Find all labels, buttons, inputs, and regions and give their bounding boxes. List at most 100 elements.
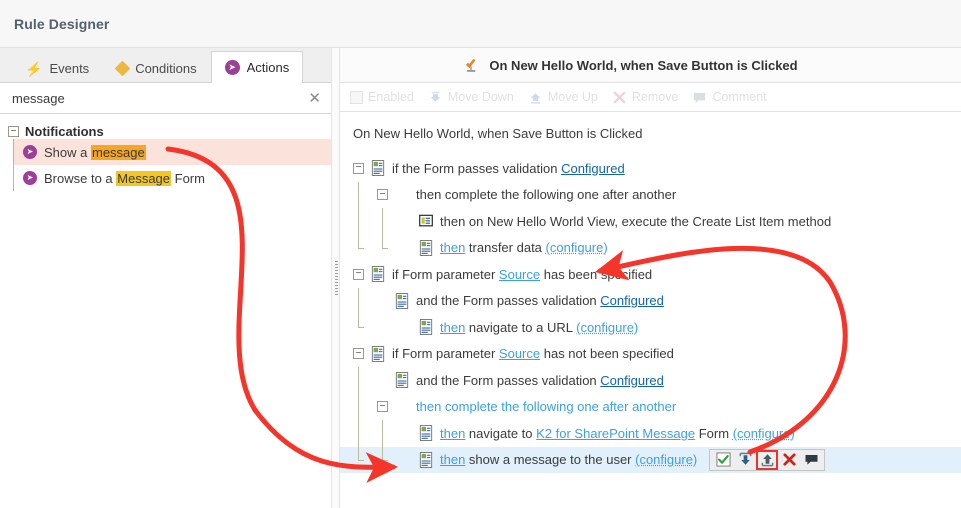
comment-icon (694, 92, 706, 103)
rule-row[interactable]: and the Form passes validation Configure… (340, 367, 961, 394)
tab-actions[interactable]: ➤ Actions (210, 51, 304, 83)
inline-link[interactable]: then (440, 452, 465, 467)
remove-icon[interactable] (778, 450, 800, 470)
rule-row[interactable]: then navigate to K2 for SharePoint Messa… (340, 420, 961, 447)
comment-label: Comment (712, 90, 767, 104)
rule-row[interactable]: − if the Form passes validation Configur… (340, 155, 961, 182)
move-up-button[interactable]: Move Up (528, 90, 598, 105)
tab-events[interactable]: ⚡ Events (11, 53, 103, 83)
form-icon (419, 319, 433, 336)
rule-row[interactable]: − if Form parameter Source has not been … (340, 341, 961, 368)
collapse-icon[interactable]: − (8, 126, 19, 137)
rule-row-text: and the Form passes validation Configure… (416, 373, 664, 388)
inline-link[interactable]: K2 for SharePoint Message (536, 426, 695, 441)
rule-row-text: then navigate to K2 for SharePoint Messa… (440, 426, 795, 441)
rule-row[interactable]: and the Form passes validation Configure… (340, 288, 961, 315)
enabled-checkbox[interactable]: Enabled (350, 90, 414, 104)
inline-link[interactable]: Source (499, 346, 540, 361)
search-input[interactable] (10, 89, 307, 107)
move-down-button[interactable]: Move Down (428, 90, 514, 105)
enable-checkbox-icon[interactable] (712, 450, 734, 470)
configured-link[interactable]: Configured (600, 293, 664, 308)
collapse-icon[interactable]: − (353, 348, 364, 360)
remove-button[interactable]: Remove (612, 90, 678, 105)
tree-guide-line (358, 367, 359, 460)
list-item[interactable]: ➤ Browse to a Message Form (14, 165, 331, 191)
tab-strip: ⚡ Events Conditions ➤ Actions (0, 48, 331, 83)
rule-toolbar: Enabled Move Down Move Up Remove Comment (340, 83, 961, 112)
collapse-icon[interactable]: − (353, 268, 364, 280)
collapse-icon[interactable]: − (353, 162, 364, 174)
comment-button[interactable]: Comment (692, 90, 767, 105)
row-icon-wrap (371, 266, 392, 283)
splitter-grip-icon (335, 261, 338, 295)
form-icon (419, 451, 433, 468)
form-icon (371, 345, 385, 362)
rule-title-line: On New Hello World, when Save Button is … (353, 126, 643, 141)
row-action-toolbar (709, 448, 826, 471)
circle-arrow-icon: ➤ (224, 60, 240, 75)
rule-header: On New Hello World, when Save Button is … (340, 48, 961, 83)
tree-guide-line (382, 459, 388, 461)
rule-row-label: Form (695, 425, 733, 441)
palette-group-notifications[interactable]: − Notifications (6, 124, 331, 139)
collapse-icon[interactable]: − (377, 189, 388, 201)
rule-row-label: has been specified (540, 266, 653, 282)
inline-link[interactable]: then (440, 320, 465, 335)
panel-splitter[interactable] (331, 48, 340, 508)
configure-link[interactable]: (configure) (635, 452, 697, 467)
inline-link[interactable]: then (440, 240, 465, 255)
rule-row-text: then navigate to a URL (configure) (440, 320, 638, 335)
rule-row[interactable]: − then complete the following one after a… (340, 182, 961, 209)
tree-guide-line (358, 287, 359, 328)
rule-row-label: if Form parameter (392, 346, 499, 362)
tree-guide-line (358, 247, 364, 249)
rule-row-label: if the Form passes validation (392, 160, 562, 176)
rule-row-label: has not been specified (540, 346, 674, 362)
rule-row[interactable]: then transfer data (configure) (340, 235, 961, 262)
list-item-highlight: message (90, 144, 146, 160)
row-icon-wrap (419, 213, 440, 229)
list-item[interactable]: ➤ Show a message (14, 139, 331, 165)
tab-events-label: Events (49, 61, 90, 76)
tree-guide-line (382, 420, 383, 460)
collapse-icon[interactable]: − (377, 401, 388, 413)
move-up-icon[interactable] (756, 449, 779, 470)
form-icon (395, 292, 409, 309)
move-down-icon[interactable] (734, 450, 756, 470)
rule-row-label: navigate to a URL (465, 319, 577, 335)
configured-link[interactable]: Configured (600, 373, 664, 388)
inline-link[interactable]: then (440, 426, 465, 441)
close-icon[interactable]: ✕ (306, 91, 323, 106)
tree-guide-line (358, 459, 364, 461)
comment-icon[interactable] (800, 450, 822, 470)
inline-link[interactable]: Source (499, 267, 540, 282)
rule-row-text: if the Form passes validation Configured (392, 161, 625, 176)
rule-row[interactable]: then navigate to a URL (configure) (340, 314, 961, 341)
configure-link[interactable]: (configure) (576, 320, 638, 335)
rule-row[interactable]: then show a message to the user (configu… (340, 446, 961, 473)
rule-row-label: then complete the following one after an… (416, 187, 677, 203)
palette-panel: ⚡ Events Conditions ➤ Actions ✕ − Notifi… (0, 48, 331, 508)
row-icon-wrap (395, 399, 416, 415)
rule-row[interactable]: − then complete the following one after a… (340, 394, 961, 421)
rule-row-label: show a message to the user (465, 452, 636, 468)
tab-conditions[interactable]: Conditions (103, 53, 210, 83)
rule-row[interactable]: then on New Hello World View, execute th… (340, 208, 961, 235)
rule-body: On New Hello World, when Save Button is … (340, 112, 961, 508)
row-icon-wrap (395, 372, 416, 389)
configure-link[interactable]: (configure) (546, 240, 608, 255)
page-title: Rule Designer (14, 15, 110, 32)
palette-tree: − Notifications ➤ Show a message ➤ Brows… (0, 114, 331, 508)
configure-link[interactable]: (configure) (733, 426, 795, 441)
configured-link[interactable]: Configured (561, 161, 625, 176)
tab-conditions-label: Conditions (135, 61, 197, 76)
row-icon-wrap (419, 319, 440, 336)
rule-row[interactable]: − if Form parameter Source has been spec… (340, 261, 961, 288)
tab-actions-label: Actions (246, 60, 290, 75)
